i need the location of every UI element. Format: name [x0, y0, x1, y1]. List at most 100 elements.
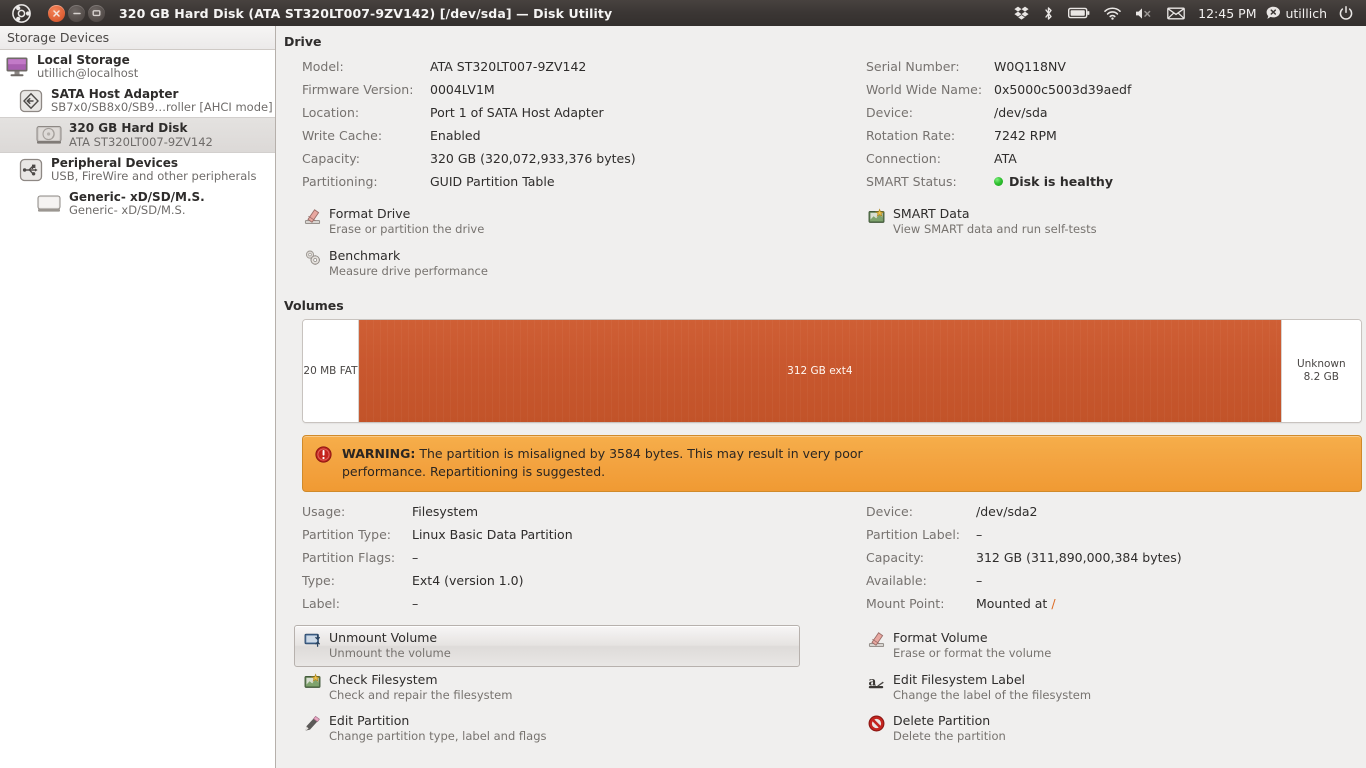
sidebar-item-local-storage[interactable]: Local Storage utillich@localhost [0, 50, 275, 84]
eraser-icon [867, 631, 885, 649]
property-key: Capacity: [866, 549, 924, 565]
warning-text: WARNING: The partition is misaligned by … [342, 445, 872, 481]
property-value: – [976, 572, 983, 588]
property-row: World Wide Name: 0x5000c5003d39aedf [848, 78, 1360, 101]
volume-segment-label: 20 MB FAT [303, 365, 358, 378]
action-subtitle: Delete the partition [893, 729, 1006, 744]
property-key: Type: [302, 572, 335, 588]
close-button[interactable] [48, 4, 65, 22]
edit-partition-button[interactable]: Edit Partition Change partition type, la… [284, 708, 822, 750]
action-title: Format Volume [893, 629, 988, 645]
drive-actions-left: Format Drive Erase or partition the driv… [284, 201, 822, 284]
mount-point-link[interactable]: / [1051, 596, 1055, 611]
property-row: Device: /dev/sda [848, 101, 1360, 124]
sidebar: Storage Devices Local Storage utillich@l… [0, 26, 276, 768]
wifi-icon[interactable] [1097, 0, 1128, 26]
sidebar-item-subtitle: ATA ST320LT007-9ZV142 [69, 134, 213, 149]
warning-prefix: WARNING: [342, 446, 416, 462]
sidebar-item-320gb-hard-disk[interactable]: 320 GB Hard Disk ATA ST320LT007-9ZV142 [0, 117, 275, 154]
property-row: Capacity: 320 GB (320,072,933,376 bytes) [284, 147, 822, 170]
dropbox-icon[interactable] [1007, 0, 1036, 26]
volume-segment-fat[interactable]: 20 MB FAT [303, 320, 359, 423]
volume-actions-left: Unmount Volume Unmount the volume Check … [284, 624, 822, 750]
controller-icon [18, 88, 44, 114]
property-key: Label: [302, 595, 340, 611]
property-key: Location: [302, 105, 360, 120]
volumes-section-title: Volumes [284, 298, 344, 314]
minimize-button[interactable] [68, 4, 85, 22]
mail-icon[interactable] [1160, 0, 1192, 26]
property-row: Type: Ext4 (version 1.0) [284, 569, 822, 592]
user-name[interactable]: utillich [1283, 6, 1332, 21]
action-title: Check Filesystem [329, 671, 438, 687]
action-subtitle: Check and repair the filesystem [329, 687, 513, 702]
error-icon [315, 446, 333, 464]
delete-partition-button[interactable]: Delete Partition Delete the partition [848, 708, 1360, 750]
volumes-bar: 20 MB FAT 312 GB ext4 Unknown 8.2 GB [302, 319, 1362, 424]
action-subtitle: Change partition type, label and flags [329, 729, 547, 744]
property-key: Device: [866, 105, 913, 120]
property-key: World Wide Name: [866, 82, 983, 97]
sidebar-item-sata-host-adapter[interactable]: SATA Host Adapter SB7x0/SB8x0/SB9…roller… [0, 84, 275, 118]
bluetooth-icon[interactable] [1036, 0, 1061, 26]
sidebar-item-subtitle: utillich@localhost [37, 66, 139, 81]
property-value: Filesystem [412, 503, 479, 519]
property-value: Ext4 (version 1.0) [412, 572, 524, 588]
volume-muted-icon[interactable] [1128, 0, 1160, 26]
property-value: 312 GB (311,890,000,384 bytes) [976, 549, 1182, 565]
smart-status-text: Disk is healthy [1009, 174, 1113, 189]
property-value: GUID Partition Table [430, 174, 555, 189]
sidebar-item-peripheral-devices[interactable]: Peripheral Devices USB, FireWire and oth… [0, 153, 275, 187]
format-volume-button[interactable]: Format Volume Erase or format the volume [848, 625, 1360, 667]
property-value: – [412, 595, 419, 611]
label-icon: a [867, 673, 885, 691]
check-filesystem-button[interactable]: Check Filesystem Check and repair the fi… [284, 667, 822, 709]
property-key: Partition Label: [866, 526, 961, 542]
benchmark-button[interactable]: Benchmark Measure drive performance [284, 243, 822, 285]
property-key: Partition Flags: [302, 549, 396, 565]
action-title: SMART Data [893, 206, 970, 221]
clock[interactable]: 12:45 PM [1192, 6, 1262, 21]
edit-filesystem-label-button[interactable]: a Edit Filesystem Label Change the label… [848, 667, 1360, 709]
drive-properties: Model: ATA ST320LT007-9ZV142 Firmware Ve… [284, 55, 1360, 193]
action-title: Format Drive [329, 206, 411, 221]
property-key: Usage: [302, 503, 346, 519]
power-icon[interactable] [1332, 0, 1360, 26]
pencil-icon [303, 714, 321, 732]
property-value: 0004LV1M [430, 82, 495, 97]
mount-point-text: Mounted at [976, 595, 1052, 611]
maximize-button[interactable] [88, 4, 105, 22]
drive-actions-right: SMART Data View SMART data and run self-… [822, 201, 1360, 284]
property-key: Partition Type: [302, 526, 391, 542]
property-value: Mounted at / [976, 592, 1056, 615]
property-row: Device: /dev/sda2 [848, 500, 1360, 523]
property-key: Model: [302, 59, 344, 74]
property-row: Partition Type: Linux Basic Data Partiti… [284, 523, 822, 546]
property-row: Serial Number: W0Q118NV [848, 55, 1360, 78]
property-row: Capacity: 312 GB (311,890,000,384 bytes) [848, 546, 1360, 569]
delete-icon [867, 714, 885, 732]
battery-icon[interactable] [1061, 0, 1097, 26]
smart-data-button[interactable]: SMART Data View SMART data and run self-… [848, 201, 1360, 243]
action-title: Edit Partition [329, 713, 410, 729]
property-key: Firmware Version: [302, 82, 414, 97]
unmount-volume-button[interactable]: Unmount Volume Unmount the volume [294, 624, 800, 667]
sidebar-item-generic-card-reader[interactable]: Generic- xD/SD/M.S. Generic- xD/SD/M.S. [0, 187, 275, 221]
sidebar-item-subtitle: SB7x0/SB8x0/SB9…roller [AHCI mode] [51, 99, 273, 114]
volume-segment-ext4[interactable]: 312 GB ext4 [358, 320, 1282, 423]
window-controls [48, 4, 105, 22]
format-drive-button[interactable]: Format Drive Erase or partition the driv… [284, 201, 822, 243]
sidebar-item-title: SATA Host Adapter [51, 86, 179, 101]
chart-icon [867, 207, 885, 225]
property-row: Available: – [848, 569, 1360, 592]
action-subtitle: Change the label of the filesystem [893, 687, 1092, 702]
drive-section-title: Drive [284, 34, 322, 49]
volume-segment-size: 8.2 GB [1303, 371, 1339, 384]
monitor-icon [4, 54, 30, 80]
property-value: Port 1 of SATA Host Adapter [430, 105, 604, 120]
ubuntu-logo-icon[interactable] [8, 0, 34, 26]
volume-segment-unknown[interactable]: Unknown 8.2 GB [1281, 320, 1361, 423]
user-indicator-icon[interactable] [1262, 0, 1283, 26]
application-window: Storage Devices Local Storage utillich@l… [0, 26, 1366, 768]
gears-icon [303, 249, 321, 267]
